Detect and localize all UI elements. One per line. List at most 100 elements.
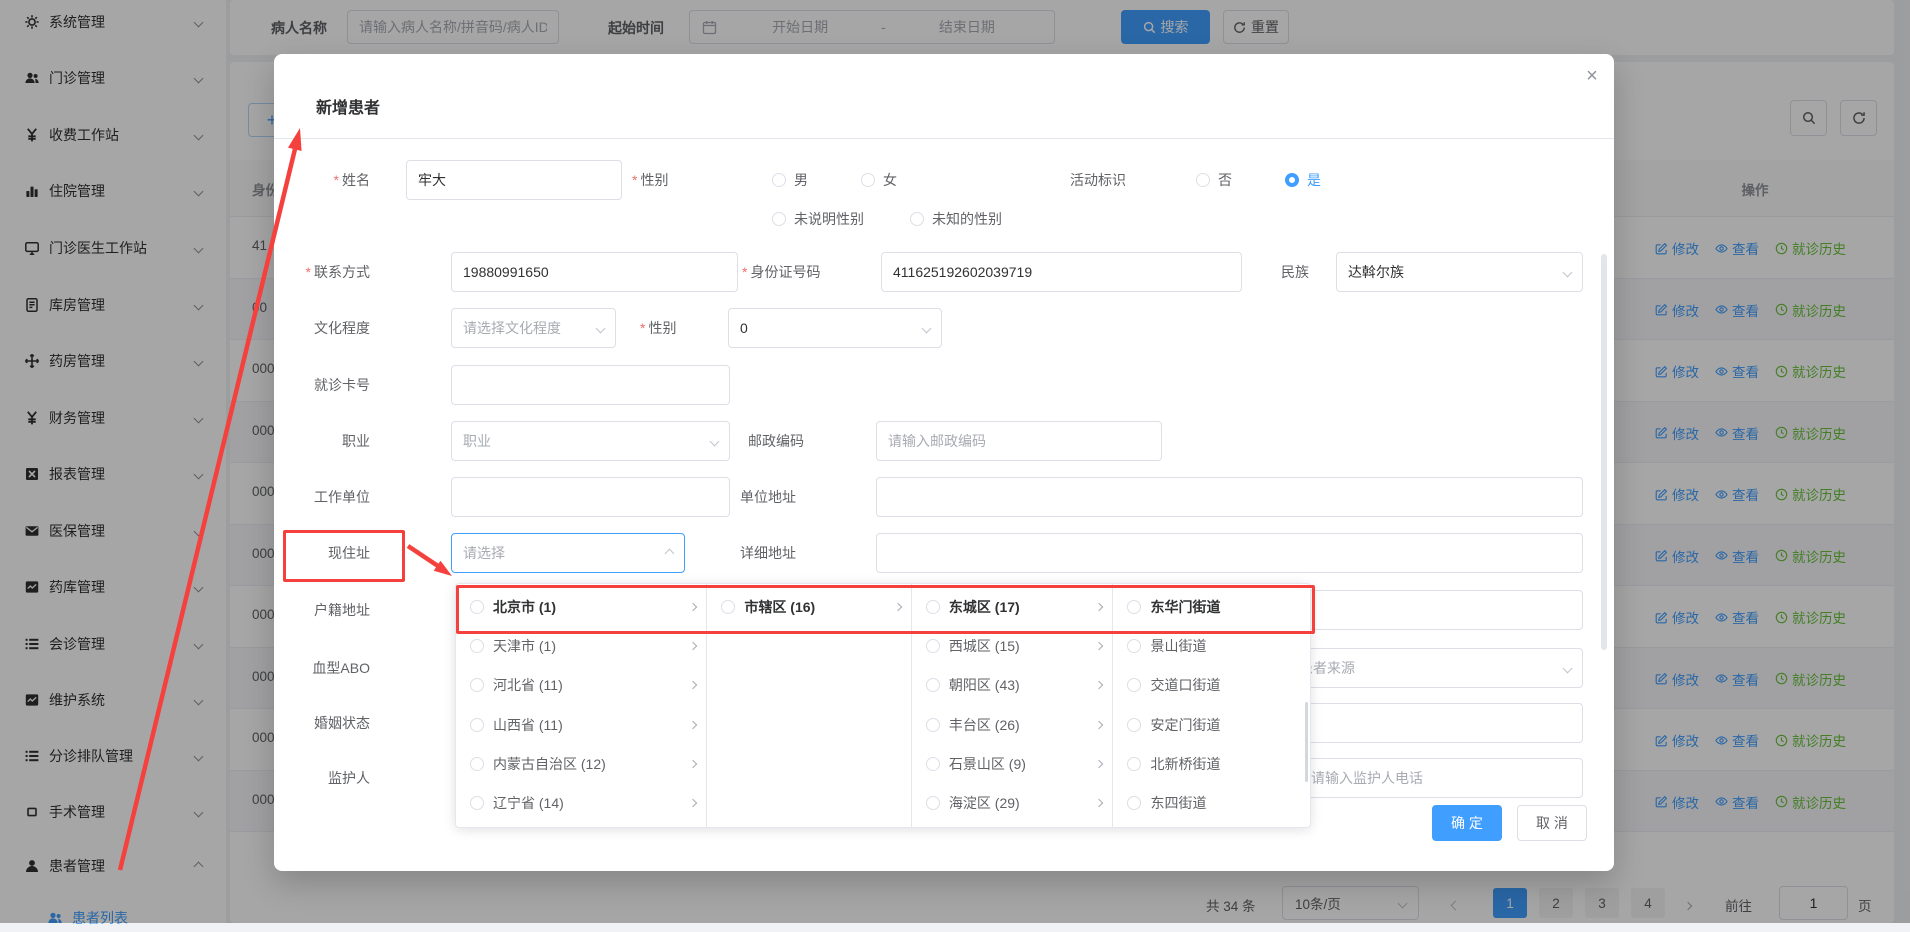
postcode-label: 邮政编码 (748, 431, 804, 451)
detail-address-input[interactable] (876, 533, 1583, 573)
radio-icon (926, 678, 940, 692)
chevron-right-icon (894, 602, 902, 610)
detail-address-label: 详细地址 (740, 543, 796, 563)
cascader-option[interactable]: 西城区 (15) (912, 626, 1113, 665)
cascader-option[interactable]: 天津市 (1) (456, 626, 706, 665)
cascader-option[interactable]: 石景山区 (9) (912, 744, 1113, 783)
idcard-input[interactable] (881, 252, 1242, 292)
chevron-right-icon (1095, 720, 1103, 728)
occupation-select[interactable]: 职业 (451, 421, 730, 461)
radio-selected-icon (1285, 173, 1299, 187)
close-icon[interactable]: × (1580, 64, 1604, 88)
ethnicity-select[interactable]: 达斡尔族 (1336, 252, 1583, 292)
cascader-option[interactable]: 安定门街道 (1113, 705, 1310, 744)
cascader-option[interactable]: 市辖区 (16) (707, 587, 911, 626)
active-yes-radio[interactable]: 是 (1285, 170, 1321, 190)
radio-icon (1127, 600, 1141, 614)
chevron-right-icon (689, 799, 697, 807)
chevron-right-icon (1095, 681, 1103, 689)
cascader-option[interactable]: 丰台区 (26) (912, 705, 1113, 744)
cascader-option[interactable]: 东四街道 (1113, 783, 1310, 822)
radio-icon (470, 757, 484, 771)
radio-icon (470, 600, 484, 614)
cascader-option[interactable]: 河北省 (11) (456, 666, 706, 705)
chevron-down-icon (922, 323, 932, 333)
radio-icon (926, 600, 940, 614)
contact-input[interactable] (451, 252, 738, 292)
gender-label: *性别 (632, 170, 668, 190)
current-address-label: 现住址 (274, 543, 370, 563)
chevron-down-icon (710, 436, 720, 446)
radio-icon (926, 796, 940, 810)
radio-icon (1196, 173, 1210, 187)
unit-address-input[interactable] (876, 477, 1583, 517)
cascader-option[interactable]: 东华门街道 (1113, 587, 1310, 626)
cascader-option[interactable]: 交道口街道 (1113, 666, 1310, 705)
guardian-phone-input[interactable] (1299, 758, 1583, 798)
education-label: 文化程度 (274, 318, 370, 338)
radio-icon (721, 600, 735, 614)
cascader-option[interactable]: 辽宁省 (14) (456, 783, 706, 822)
education-select[interactable]: 请选择文化程度 (451, 308, 616, 348)
chevron-down-icon (1563, 267, 1573, 277)
cascader-option[interactable]: 内蒙古自治区 (12) (456, 744, 706, 783)
gender-unstated-radio[interactable]: 未说明性别 (772, 209, 864, 229)
cascader-option[interactable]: 海淀区 (29) (912, 783, 1113, 822)
visit-card-input[interactable] (451, 365, 730, 405)
postcode-input[interactable] (876, 421, 1162, 461)
cascader-city-column: 市辖区 (16) (707, 584, 912, 827)
blood-type-label: 血型ABO (274, 658, 370, 678)
gender-female-radio[interactable]: 女 (861, 170, 897, 190)
radio-icon (1127, 678, 1141, 692)
radio-icon (1127, 718, 1141, 732)
radio-icon (1127, 757, 1141, 771)
cascader-scrollbar[interactable] (1305, 702, 1308, 782)
gender-male-radio[interactable]: 男 (772, 170, 808, 190)
address-cascader-panel: 北京市 (1) 天津市 (1) 河北省 (11) 山西省 (11) 内蒙古自治区… (455, 583, 1311, 828)
radio-icon (926, 757, 940, 771)
chevron-right-icon (1095, 760, 1103, 768)
cascader-option[interactable]: 朝阳区 (43) (912, 666, 1113, 705)
work-unit-label: 工作单位 (274, 487, 370, 507)
cascader-option[interactable]: 北京市 (1) (456, 587, 706, 626)
chevron-right-icon (689, 720, 697, 728)
radio-icon (1127, 639, 1141, 653)
chevron-right-icon (689, 642, 697, 650)
modal-title: 新增患者 (316, 94, 380, 118)
registered-address-label: 户籍地址 (274, 600, 370, 620)
work-unit-input[interactable] (451, 477, 730, 517)
cascader-province-column: 北京市 (1) 天津市 (1) 河北省 (11) 山西省 (11) 内蒙古自治区… (456, 584, 707, 827)
cancel-button[interactable]: 取 消 (1517, 805, 1587, 841)
cascader-option[interactable]: 北新桥街道 (1113, 744, 1310, 783)
name-input[interactable] (406, 160, 622, 200)
radio-icon (861, 173, 875, 187)
radio-icon (1127, 796, 1141, 810)
cascader-option[interactable]: 东城区 (17) (912, 587, 1113, 626)
chevron-right-icon (689, 681, 697, 689)
confirm-button[interactable]: 确 定 (1432, 805, 1502, 841)
radio-icon (470, 678, 484, 692)
ethnicity-label: 民族 (1281, 262, 1309, 282)
chevron-right-icon (689, 760, 697, 768)
modal-divider (274, 138, 1614, 139)
guardian-label: 监护人 (274, 768, 370, 788)
cascader-district-column: 东城区 (17) 西城区 (15) 朝阳区 (43) 丰台区 (26) 石景山区… (912, 584, 1114, 827)
chevron-down-icon (596, 323, 606, 333)
radio-icon (926, 639, 940, 653)
radio-icon (470, 796, 484, 810)
active-no-radio[interactable]: 否 (1196, 170, 1232, 190)
current-address-cascader[interactable]: 请选择 (451, 533, 685, 573)
cascader-option[interactable]: 景山街道 (1113, 626, 1310, 665)
visit-card-label: 就诊卡号 (274, 375, 370, 395)
radio-icon (772, 173, 786, 187)
gender-code-select[interactable]: 0 (728, 308, 942, 348)
occupation-label: 职业 (274, 431, 370, 451)
modal-scrollbar[interactable] (1601, 254, 1607, 650)
radio-icon (910, 212, 924, 226)
gender-unknown-radio[interactable]: 未知的性别 (910, 209, 1002, 229)
active-flag-label: 活动标识 (1070, 170, 1126, 190)
chevron-right-icon (1095, 642, 1103, 650)
cascader-option[interactable]: 山西省 (11) (456, 705, 706, 744)
chevron-right-icon (1095, 799, 1103, 807)
chevron-right-icon (689, 602, 697, 610)
